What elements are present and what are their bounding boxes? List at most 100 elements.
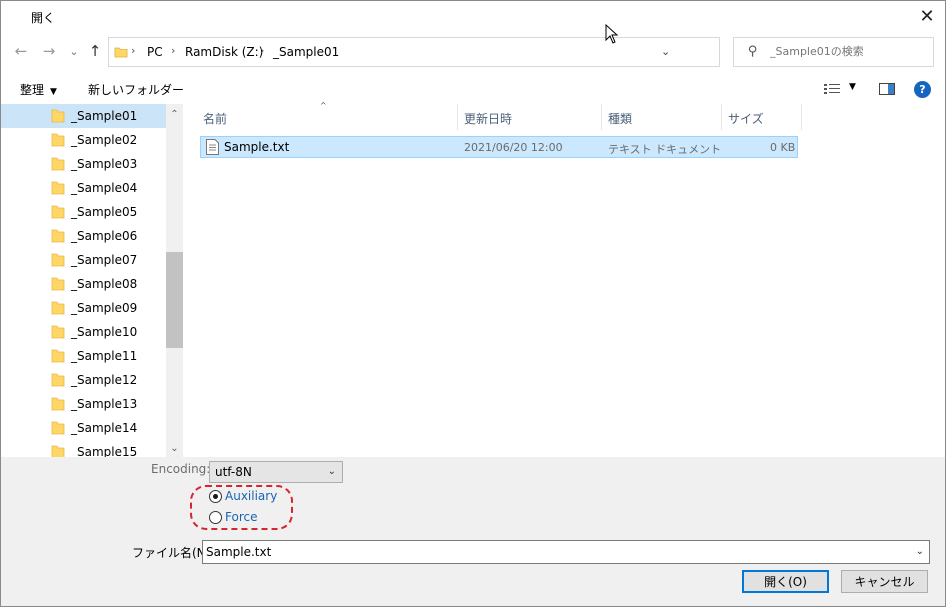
- search-box[interactable]: ⚲: [733, 37, 934, 67]
- tree-item-sample03[interactable]: _Sample03: [1, 152, 166, 176]
- radio-force[interactable]: Force: [209, 510, 257, 524]
- open-file-dialog: 開く ✕ ← → ⌄ ↑ › PC › RamDisk (Z:) › _Samp…: [0, 0, 946, 607]
- tree-item-sample11[interactable]: _Sample11: [1, 344, 166, 368]
- folder-icon: [51, 109, 65, 123]
- tree-item-label: _Sample02: [71, 133, 138, 147]
- chevron-down-icon: ▼: [50, 87, 57, 97]
- organize-button[interactable]: 整理 ▼: [20, 81, 57, 98]
- cancel-button[interactable]: キャンセル: [841, 570, 928, 593]
- tree-item-sample06[interactable]: _Sample06: [1, 224, 166, 248]
- tree-item-label: _Sample08: [71, 277, 138, 291]
- radio-checked-icon[interactable]: [209, 489, 222, 503]
- window-title: 開く: [31, 11, 56, 25]
- radio-unchecked-icon[interactable]: [209, 510, 222, 524]
- file-name-cell: Sample.txt: [224, 140, 290, 154]
- breadcrumb-separator-icon: ›: [131, 44, 136, 57]
- breadcrumb-separator-icon: ›: [260, 44, 265, 57]
- tree-item-label: _Sample14: [71, 421, 138, 435]
- tree-scrollbar[interactable]: ⌃ ⌄: [166, 104, 183, 457]
- tree-item-sample13[interactable]: _Sample13: [1, 392, 166, 416]
- breadcrumb-separator-icon: ›: [171, 44, 176, 57]
- folder-icon: [51, 301, 65, 315]
- tree-item-label: _Sample10: [71, 325, 138, 339]
- file-row-selected[interactable]: Sample.txt 2021/06/20 12:00 テキスト ドキュメント …: [200, 136, 798, 158]
- tree-item-sample02[interactable]: _Sample02: [1, 128, 166, 152]
- radio-auxiliary-label: Auxiliary: [225, 489, 278, 503]
- tree-item-label: _Sample11: [71, 349, 138, 363]
- tree-item-label: _Sample03: [71, 157, 138, 171]
- folder-icon: [51, 253, 65, 267]
- view-options-icon[interactable]: [824, 83, 840, 95]
- navigation-bar: ← → ⌄ ↑ › PC › RamDisk (Z:) › _Sample01 …: [1, 35, 945, 69]
- forward-arrow-icon[interactable]: →: [39, 39, 59, 63]
- filename-field[interactable]: [206, 545, 896, 559]
- help-icon[interactable]: ?: [914, 81, 931, 98]
- command-toolbar: 整理 ▼ 新しいフォルダー ▼ ?: [1, 75, 945, 103]
- tree-item-label: _Sample07: [71, 253, 138, 267]
- scroll-down-icon[interactable]: ⌄: [166, 440, 183, 457]
- tree-item-sample12[interactable]: _Sample12: [1, 368, 166, 392]
- tree-item-sample05[interactable]: _Sample05: [1, 200, 166, 224]
- address-bar[interactable]: › PC › RamDisk (Z:) › _Sample01 ⌄ ↻: [108, 37, 812, 67]
- filename-combobox[interactable]: ⌄: [202, 540, 930, 564]
- preview-pane-icon[interactable]: [879, 83, 895, 95]
- tree-item-sample04[interactable]: _Sample04: [1, 176, 166, 200]
- tree-item-sample08[interactable]: _Sample08: [1, 272, 166, 296]
- search-icon: ⚲: [748, 44, 758, 59]
- folder-icon: [51, 349, 65, 363]
- scroll-up-icon[interactable]: ⌃: [166, 106, 183, 123]
- folder-icon: [114, 47, 128, 58]
- new-folder-button[interactable]: 新しいフォルダー: [88, 81, 184, 98]
- folder-icon: [51, 181, 65, 195]
- tree-item-label: _Sample12: [71, 373, 138, 387]
- tree-item-label: _Sample13: [71, 397, 138, 411]
- recent-locations-chevron-icon[interactable]: ⌄: [64, 39, 84, 63]
- close-icon[interactable]: ✕: [915, 5, 939, 27]
- text-file-icon: [206, 139, 219, 155]
- column-header-size[interactable]: サイズ: [721, 104, 801, 130]
- folder-icon: [51, 133, 65, 147]
- folder-tree: _Sample01 _Sample02 _Sample03 _Sample04 …: [1, 104, 166, 457]
- folder-icon: [51, 325, 65, 339]
- folder-icon: [51, 205, 65, 219]
- mouse-pointer-icon: [605, 24, 619, 44]
- breadcrumb-pc[interactable]: PC: [147, 45, 163, 59]
- open-button[interactable]: 開く(O): [742, 570, 829, 593]
- scrollbar-thumb[interactable]: [166, 252, 183, 348]
- breadcrumb-ramdisk[interactable]: RamDisk (Z:): [185, 45, 263, 59]
- folder-icon: [51, 397, 65, 411]
- breadcrumb-current-folder[interactable]: _Sample01: [273, 45, 339, 59]
- chevron-down-icon: ⌄: [327, 466, 336, 477]
- organize-label: 整理: [20, 83, 45, 97]
- column-header-name[interactable]: 名前: [196, 104, 456, 130]
- column-header-type[interactable]: 種類: [601, 104, 721, 130]
- folder-icon: [51, 445, 65, 457]
- tree-item-sample15[interactable]: _Sample15: [1, 440, 166, 457]
- column-divider[interactable]: [801, 104, 802, 130]
- radio-force-label: Force: [225, 510, 258, 524]
- search-input[interactable]: [770, 45, 930, 58]
- tree-item-sample10[interactable]: _Sample10: [1, 320, 166, 344]
- encoding-select[interactable]: utf-8N ⌄: [209, 461, 343, 483]
- tree-item-label: _Sample09: [71, 301, 138, 315]
- encoding-label: Encoding:: [151, 462, 211, 476]
- folder-icon: [51, 373, 65, 387]
- encoding-value: utf-8N: [215, 465, 252, 479]
- tree-item-label: _Sample06: [71, 229, 138, 243]
- tree-item-sample09[interactable]: _Sample09: [1, 296, 166, 320]
- address-history-chevron-icon[interactable]: ⌄: [661, 45, 670, 58]
- chevron-down-icon[interactable]: ⌄: [916, 546, 924, 557]
- tree-item-sample01[interactable]: _Sample01: [1, 104, 166, 128]
- up-arrow-icon[interactable]: ↑: [85, 39, 105, 63]
- column-header-modified[interactable]: 更新日時: [457, 104, 601, 130]
- radio-auxiliary[interactable]: Auxiliary: [209, 489, 277, 503]
- folder-icon: [51, 229, 65, 243]
- tree-item-label: _Sample05: [71, 205, 138, 219]
- view-options-chevron-icon[interactable]: ▼: [849, 82, 856, 92]
- folder-icon: [51, 157, 65, 171]
- tree-item-sample14[interactable]: _Sample14: [1, 416, 166, 440]
- tree-item-sample07[interactable]: _Sample07: [1, 248, 166, 272]
- file-list: ^ 名前 更新日時 種類 サイズ Sample.txt 2021/06/20 1…: [184, 101, 945, 457]
- back-arrow-icon[interactable]: ←: [11, 39, 31, 63]
- file-size-cell: 0 KB: [770, 141, 796, 154]
